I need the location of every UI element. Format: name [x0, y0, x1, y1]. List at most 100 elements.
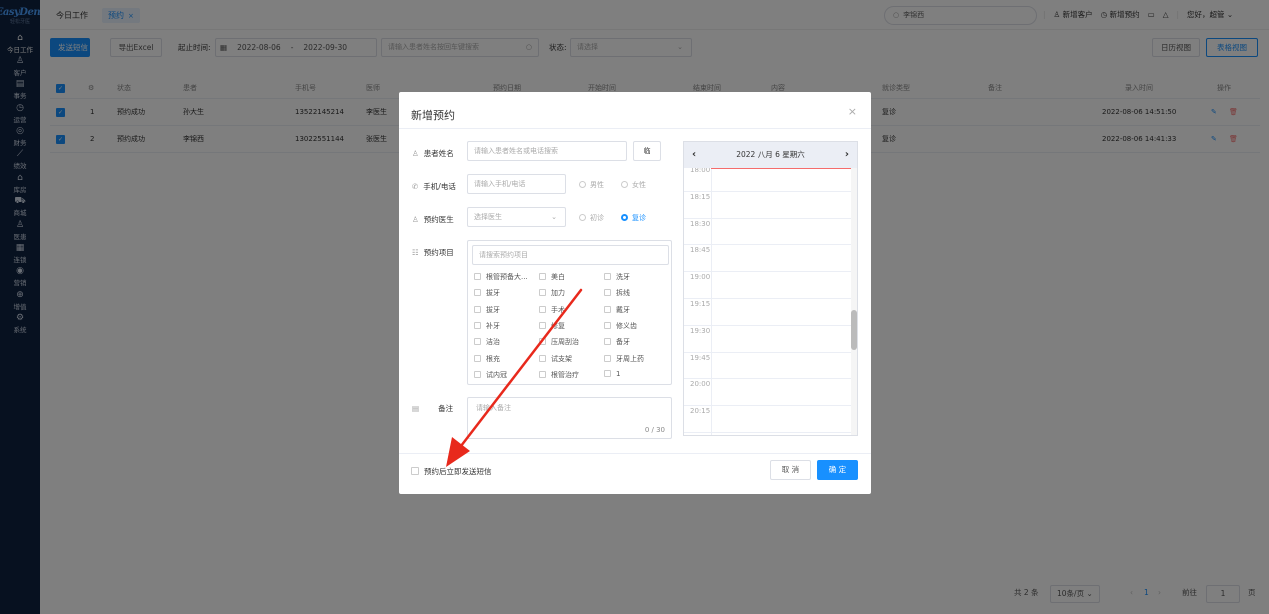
doctor-select[interactable]: 选择医生 ⌄ [467, 207, 566, 227]
user-icon: ♙ [412, 149, 419, 158]
doctor-label: ♙ 预约医生 [412, 214, 454, 225]
list-icon: ☷ [412, 248, 419, 257]
divider [399, 453, 871, 454]
slot-time-label: 18:45 [690, 246, 711, 255]
scrollbar-thumb[interactable] [851, 310, 857, 350]
slot-time-label: 19:15 [690, 300, 711, 308]
calendar-slot[interactable]: 20:15 [684, 406, 851, 433]
project-checkbox-label: 拔牙 [486, 289, 500, 298]
calendar-date: 2022 八月 6 星期六 [736, 150, 805, 159]
calendar-time-grid[interactable]: 18:00 18:15 18:30 18:45 19:00 19:15 19:30 19:45… [684, 168, 857, 435]
project-checkbox[interactable]: 洁治 [474, 337, 500, 347]
project-checkbox[interactable]: 备牙 [604, 337, 630, 347]
slot-time-label: 20:15 [690, 407, 711, 416]
calendar-slot[interactable]: 19:30 [684, 325, 851, 353]
gender-female-radio[interactable]: 女性 [621, 180, 646, 190]
project-checkbox-label: 戴牙 [616, 305, 630, 314]
project-checkbox-label: 1 [616, 369, 621, 378]
checkbox-box [474, 289, 481, 297]
checkbox-box [604, 354, 611, 362]
project-checkbox[interactable]: 根管预备大... [474, 272, 528, 282]
project-checkbox[interactable]: 牙周上药 [604, 354, 644, 364]
calendar-slot[interactable]: 18:30 [684, 218, 851, 246]
project-checkbox[interactable]: 拆线 [604, 288, 630, 298]
calendar-slot[interactable]: 19:45 [684, 352, 851, 380]
slot-divider [711, 379, 712, 406]
project-checkbox[interactable]: 压周刮治 [539, 337, 579, 347]
project-checkbox[interactable]: 1 [604, 369, 621, 378]
patient-label-text: 患者姓名 [423, 149, 454, 158]
send-sms-label: 预约后立即发送短信 [424, 467, 492, 476]
project-checkbox[interactable]: 修复 [539, 321, 565, 331]
checkbox-box [411, 467, 419, 475]
phone-icon: ✆ [412, 182, 419, 191]
remark-textarea[interactable]: 请输入备注 0 / 30 [467, 397, 672, 439]
radio-dot [621, 181, 628, 188]
checkbox-box [604, 321, 611, 329]
project-checkbox[interactable]: 拔牙 [474, 305, 500, 315]
divider [399, 128, 871, 129]
dialog-title: 新增预约 [411, 109, 455, 122]
checkbox-box [474, 321, 481, 329]
first-visit-radio[interactable]: 初诊 [579, 213, 604, 223]
slot-divider [711, 245, 712, 272]
project-checkbox[interactable]: 补牙 [474, 321, 500, 331]
project-checkbox-label: 根充 [486, 354, 500, 363]
checkbox-box [539, 273, 546, 280]
phone-field[interactable]: 请输入手机/电话 [467, 174, 566, 194]
send-sms-checkbox[interactable]: 预约后立即发送短信 [411, 466, 492, 477]
checkbox-box [539, 354, 546, 362]
checkbox-box [604, 338, 611, 346]
checkbox-box [474, 338, 481, 346]
project-checkbox[interactable]: 美白 [539, 272, 565, 282]
project-checkbox[interactable]: 根充 [474, 354, 500, 364]
project-checkbox[interactable]: 拔牙 [474, 288, 500, 298]
project-checkbox-label: 加力 [551, 289, 565, 298]
doctor-label-text: 预约医生 [423, 215, 454, 224]
calendar-slot[interactable]: 18:15 [684, 191, 851, 219]
prev-day-icon[interactable]: ‹ [692, 142, 696, 168]
slot-time-label: 20:30 [690, 434, 710, 435]
checkbox-box [539, 289, 546, 297]
slot-time-label: 19:45 [690, 353, 711, 362]
project-checkbox[interactable]: 手术 [539, 305, 565, 315]
project-checkbox-label: 备牙 [616, 338, 630, 347]
calendar-slot[interactable]: 18:45 [684, 245, 851, 273]
calendar-slot[interactable]: 19:15 [684, 299, 851, 326]
calendar-scrollbar[interactable] [851, 168, 857, 435]
phone-label-text: 手机/电话 [423, 182, 456, 191]
slot-time-label: 18:30 [690, 219, 711, 228]
checkbox-box [474, 305, 481, 313]
radio-dot [579, 181, 586, 188]
cancel-button[interactable]: 取 消 [770, 460, 811, 480]
close-icon[interactable]: × [848, 105, 857, 118]
checkbox-box [474, 354, 481, 362]
current-time-line [711, 168, 851, 169]
patient-search-field[interactable]: 请输入患者姓名或电话搜索 [467, 141, 627, 161]
project-checkbox[interactable]: 根管治疗 [539, 370, 579, 380]
project-checkbox[interactable]: 洗牙 [604, 272, 630, 282]
slot-time-label: 19:00 [690, 273, 711, 282]
project-checkbox-label: 补牙 [486, 321, 500, 330]
project-checkbox[interactable]: 试支架 [539, 354, 572, 364]
gender-male-radio[interactable]: 男性 [579, 180, 604, 190]
temporary-patient-button[interactable]: 临 [633, 141, 661, 161]
calendar-slot[interactable]: 20:30 [684, 433, 851, 435]
confirm-button[interactable]: 确 定 [817, 460, 858, 480]
project-checkbox[interactable]: 加力 [539, 288, 565, 298]
return-visit-radio[interactable]: 复诊 [621, 213, 646, 223]
calendar-slot[interactable]: 18:00 [684, 168, 851, 192]
checkbox-box [604, 273, 611, 280]
calendar-slot[interactable]: 19:00 [684, 272, 851, 299]
project-checkbox-label: 试支架 [551, 354, 572, 363]
project-checkbox[interactable]: 修义齿 [604, 321, 637, 331]
first-visit-label: 初诊 [590, 214, 604, 222]
checkbox-box [539, 321, 546, 329]
project-search-input[interactable]: 请搜索预约项目 [472, 245, 669, 265]
calendar-slot[interactable]: 20:00 [684, 379, 851, 407]
day-calendar: ‹ 2022 八月 6 星期六 › 18:00 18:15 18:30 18:45 19… [683, 141, 858, 436]
project-checkbox[interactable]: 戴牙 [604, 305, 630, 315]
next-day-icon[interactable]: › [845, 142, 849, 168]
project-checkbox[interactable]: 试内冠 [474, 370, 507, 380]
project-checkbox-label: 根管治疗 [551, 370, 579, 379]
